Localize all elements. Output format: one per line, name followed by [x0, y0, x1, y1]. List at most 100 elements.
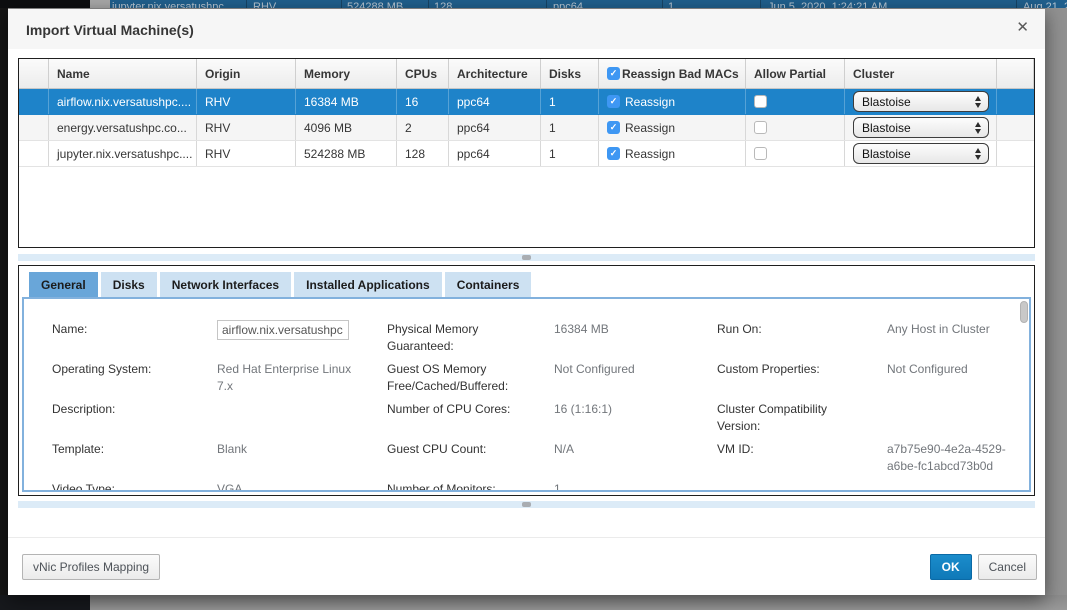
description-label: Description:: [52, 401, 180, 441]
description-value: [217, 401, 357, 441]
memory-cell: 4096 MB: [296, 115, 397, 140]
dialog-footer: vNic Profiles Mapping OK Cancel: [8, 537, 1045, 595]
close-icon[interactable]: ✕: [1016, 20, 1029, 35]
monitors-label: Number of Monitors:: [387, 481, 515, 492]
cluster-cell: Blastoise: [845, 89, 997, 114]
allow-partial-checkbox[interactable]: [754, 121, 767, 134]
table-header-row: Name Origin Memory CPUs Architecture Dis…: [19, 59, 1034, 89]
allow-partial-cell: [746, 115, 845, 140]
vm-detail-panel: General Disks Network Interfaces Install…: [18, 265, 1035, 496]
physical-memory-value: 16384 MB: [554, 321, 694, 361]
architecture-cell: ppc64: [449, 89, 541, 114]
table-row[interactable]: airflow.nix.versatushpc.... RHV 16384 MB…: [19, 89, 1034, 115]
cancel-button[interactable]: Cancel: [978, 554, 1037, 580]
cpu-cores-label: Number of CPU Cores:: [387, 401, 515, 441]
cpus-cell: 2: [397, 115, 449, 140]
tab-installed-applications[interactable]: Installed Applications: [294, 272, 442, 297]
reassign-bad-macs-checkbox[interactable]: ✓: [607, 67, 620, 80]
allow-partial-cell: [746, 141, 845, 166]
bg-disks: 1: [668, 1, 674, 8]
architecture-cell: ppc64: [449, 115, 541, 140]
background-grid-row: jupyter.nix.versatushpc RHV 524288 MB 12…: [0, 0, 1067, 8]
origin-cell: RHV: [197, 141, 296, 166]
row-spacer: [997, 115, 1034, 140]
header-architecture[interactable]: Architecture: [449, 59, 541, 88]
memory-cell: 16384 MB: [296, 89, 397, 114]
reassign-checkbox[interactable]: ✓: [607, 95, 620, 108]
tab-disks[interactable]: Disks: [101, 272, 157, 297]
background-dark-block-bottom: [0, 595, 90, 610]
bg-date1: Jun 5, 2020, 1:24:21 AM: [768, 1, 887, 8]
bg-vm-name: jupyter.nix.versatushpc: [112, 1, 224, 8]
header-memory[interactable]: Memory: [296, 59, 397, 88]
header-reassign-bad-macs: ✓ Reassign Bad MACs: [599, 59, 746, 88]
background-scrollbar-fragment: [90, 0, 110, 8]
cluster-select[interactable]: Blastoise: [853, 143, 989, 164]
allow-partial-checkbox[interactable]: [754, 147, 767, 160]
header-allow-partial[interactable]: Allow Partial: [746, 59, 845, 88]
background-bottom-strip: [0, 595, 1067, 610]
row-select-cell: [19, 141, 49, 166]
origin-cell: RHV: [197, 89, 296, 114]
splitter-grip-icon[interactable]: [522, 255, 531, 260]
import-vm-dialog: Import Virtual Machine(s) ✕ Name Origin …: [8, 9, 1045, 595]
origin-cell: RHV: [197, 115, 296, 140]
reassign-checkbox[interactable]: ✓: [607, 147, 620, 160]
header-cluster[interactable]: Cluster: [845, 59, 997, 88]
detail-scrollbar[interactable]: [1019, 301, 1028, 488]
custom-properties-value: Not Configured: [887, 361, 1027, 401]
physical-memory-label: Physical Memory Guaranteed:: [387, 321, 515, 361]
cpus-cell: 128: [397, 141, 449, 166]
guest-os-memory-value: Not Configured: [554, 361, 694, 401]
memory-cell: 524288 MB: [296, 141, 397, 166]
row-spacer: [997, 141, 1034, 166]
header-disks[interactable]: Disks: [541, 59, 599, 88]
stepper-icon: [975, 148, 981, 160]
vm-name-input[interactable]: [217, 320, 349, 340]
allow-partial-checkbox[interactable]: [754, 95, 767, 108]
reassign-checkbox[interactable]: ✓: [607, 121, 620, 134]
template-value: Blank: [217, 441, 357, 481]
video-type-value: VGA: [217, 481, 357, 492]
panel-splitter[interactable]: [18, 501, 1035, 508]
header-name[interactable]: Name: [49, 59, 197, 88]
panel-splitter[interactable]: [18, 254, 1035, 261]
reassign-label: Reassign: [625, 121, 675, 135]
guest-os-memory-label: Guest OS Memory Free/Cached/Buffered:: [387, 361, 515, 401]
cluster-select[interactable]: Blastoise: [853, 91, 989, 112]
template-label: Template:: [52, 441, 180, 481]
video-type-label: Video Type:: [52, 481, 180, 492]
cpu-cores-value: 16 (1:16:1): [554, 401, 694, 441]
tab-network-interfaces[interactable]: Network Interfaces: [160, 272, 291, 297]
splitter-grip-icon[interactable]: [522, 502, 531, 507]
bg-memory: 524288 MB: [347, 1, 403, 8]
vnic-profiles-mapping-button[interactable]: vNic Profiles Mapping: [22, 554, 160, 580]
tab-containers[interactable]: Containers: [445, 272, 532, 297]
run-on-value: Any Host in Cluster: [887, 321, 1027, 361]
stepper-icon: [975, 122, 981, 134]
bg-cpus: 128: [434, 1, 452, 8]
header-spacer: [997, 59, 1034, 88]
ok-button[interactable]: OK: [930, 554, 972, 580]
architecture-cell: ppc64: [449, 141, 541, 166]
operating-system-value: Red Hat Enterprise Linux 7.x: [217, 361, 357, 401]
custom-properties-label: Custom Properties:: [717, 361, 845, 401]
tab-general[interactable]: General: [29, 272, 98, 297]
row-spacer: [997, 89, 1034, 114]
header-cpus[interactable]: CPUs: [397, 59, 449, 88]
stepper-icon: [975, 96, 981, 108]
header-origin[interactable]: Origin: [197, 59, 296, 88]
general-tab-content: Name: Physical Memory Guaranteed: 16384 …: [22, 297, 1031, 492]
table-row[interactable]: jupyter.nix.versatushpc.... RHV 524288 M…: [19, 141, 1034, 167]
cluster-select[interactable]: Blastoise: [853, 117, 989, 138]
disks-cell: 1: [541, 89, 599, 114]
scrollbar-thumb[interactable]: [1020, 301, 1028, 323]
allow-partial-cell: [746, 89, 845, 114]
cpus-cell: 16: [397, 89, 449, 114]
detail-tabs: General Disks Network Interfaces Install…: [29, 272, 531, 297]
vm-id-label: VM ID:: [717, 441, 845, 481]
row-select-cell: [19, 115, 49, 140]
table-row[interactable]: energy.versatushpc.co... RHV 4096 MB 2 p…: [19, 115, 1034, 141]
vm-name-cell: energy.versatushpc.co...: [49, 115, 197, 140]
vm-import-table: Name Origin Memory CPUs Architecture Dis…: [18, 58, 1035, 248]
